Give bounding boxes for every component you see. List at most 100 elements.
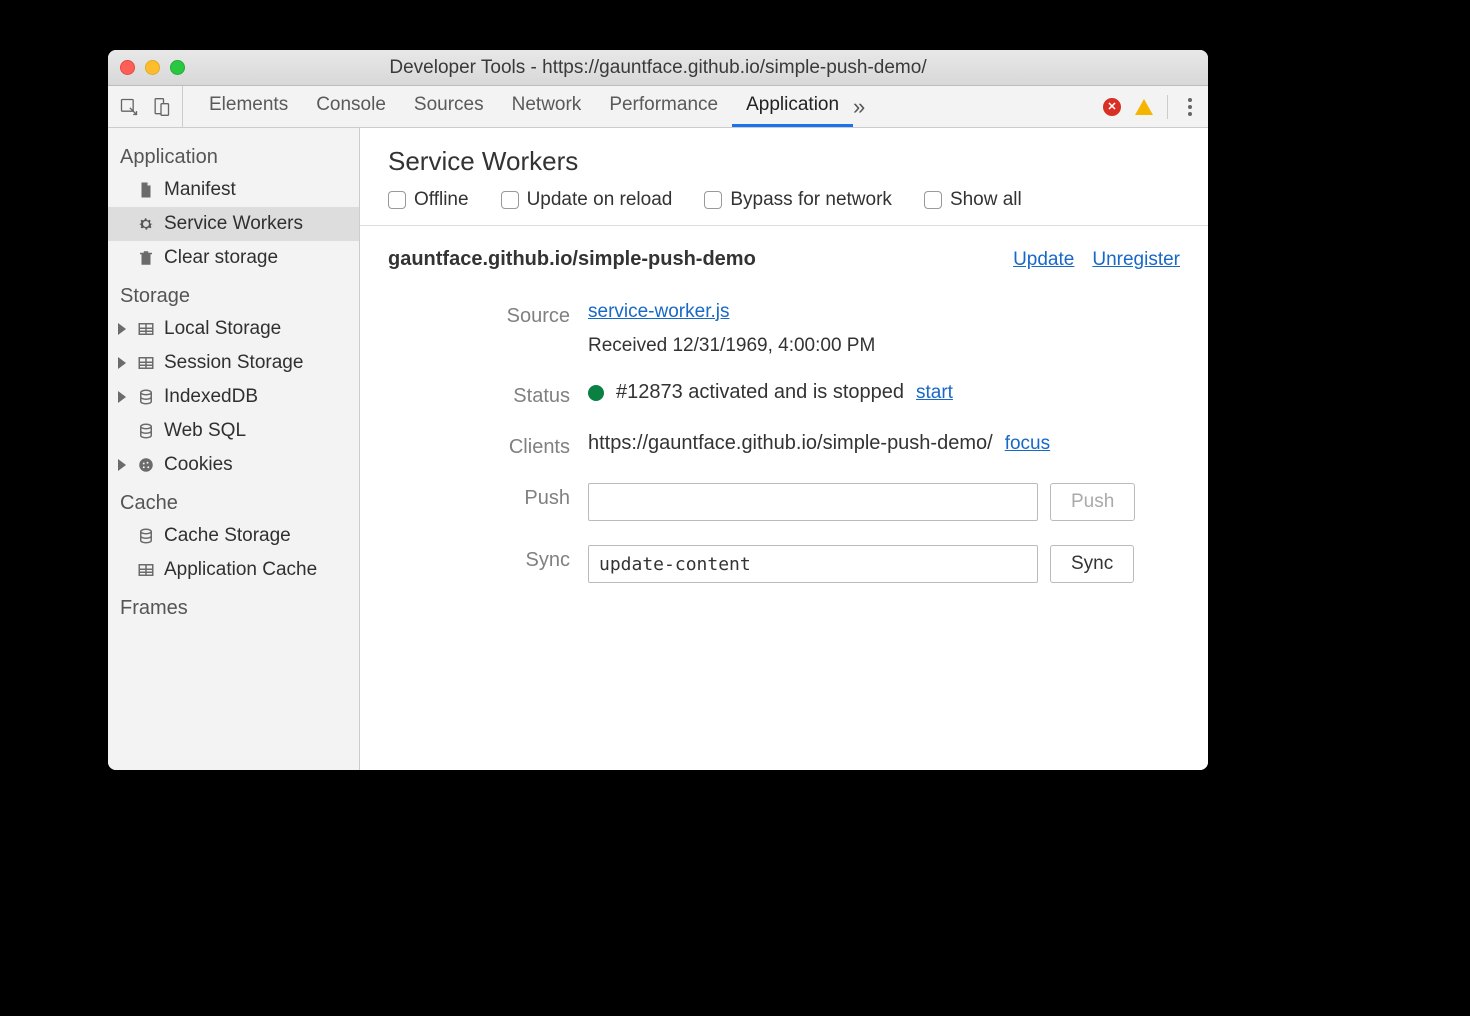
- divider: [1167, 95, 1168, 119]
- tab-application[interactable]: Application: [732, 86, 853, 127]
- sync-row: Sync Sync: [388, 533, 1180, 595]
- inspect-element-icon[interactable]: [118, 96, 140, 118]
- service-workers-toolbar: Offline Update on reload Bypass for netw…: [360, 189, 1208, 226]
- sidebar-item-label: Service Workers: [164, 213, 303, 235]
- update-on-reload-checkbox[interactable]: Update on reload: [501, 189, 673, 211]
- sidebar-section-cache: Cache: [108, 482, 359, 519]
- service-workers-panel: Service Workers Offline Update on reload…: [360, 128, 1208, 770]
- push-button[interactable]: Push: [1050, 483, 1135, 521]
- gear-icon: [136, 214, 156, 234]
- document-icon: [136, 180, 156, 200]
- clients-row: Clients https://gauntface.github.io/simp…: [388, 420, 1180, 471]
- sidebar-item-clear-storage[interactable]: Clear storage: [108, 241, 359, 275]
- sidebar-item-cache-storage[interactable]: Cache Storage: [108, 519, 359, 553]
- tabbar-right-tools: [1093, 95, 1198, 119]
- checkbox-label: Show all: [950, 189, 1022, 211]
- sync-input[interactable]: [588, 545, 1038, 583]
- checkbox-label: Update on reload: [527, 189, 673, 211]
- origin-text: gauntface.github.io/simple-push-demo: [388, 248, 1013, 271]
- checkbox-icon: [501, 191, 519, 209]
- row-label: Source: [388, 301, 588, 328]
- bypass-for-network-checkbox[interactable]: Bypass for network: [704, 189, 892, 211]
- sidebar-item-label: Cache Storage: [164, 525, 291, 547]
- database-icon: [136, 387, 156, 407]
- sidebar-item-label: Session Storage: [164, 352, 303, 374]
- tab-network[interactable]: Network: [498, 86, 596, 127]
- chevron-right-icon: [118, 391, 126, 403]
- sidebar-item-cookies[interactable]: Cookies: [108, 448, 359, 482]
- chevron-right-icon: [118, 459, 126, 471]
- zoom-icon[interactable]: [170, 60, 185, 75]
- device-toggle-icon[interactable]: [150, 96, 172, 118]
- kebab-menu-icon[interactable]: [1182, 98, 1198, 116]
- sidebar-item-label: Clear storage: [164, 247, 278, 269]
- window-titlebar: Developer Tools - https://gauntface.gith…: [108, 50, 1208, 86]
- sidebar-item-label: Local Storage: [164, 318, 281, 340]
- sidebar-item-local-storage[interactable]: Local Storage: [108, 312, 359, 346]
- tabbar-tabs: Elements Console Sources Network Perform…: [195, 86, 1089, 127]
- error-badge-icon[interactable]: [1103, 98, 1121, 116]
- checkbox-icon: [704, 191, 722, 209]
- focus-link[interactable]: focus: [1005, 433, 1050, 455]
- devtools-window: Developer Tools - https://gauntface.gith…: [108, 50, 1208, 770]
- offline-checkbox[interactable]: Offline: [388, 189, 469, 211]
- details-area: Source service-worker.js Received 12/31/…: [360, 277, 1208, 623]
- sidebar-item-web-sql[interactable]: Web SQL: [108, 414, 359, 448]
- sidebar-item-label: Application Cache: [164, 559, 317, 581]
- warning-badge-icon[interactable]: [1135, 99, 1153, 115]
- sidebar-section-application: Application: [108, 136, 359, 173]
- table-icon: [136, 353, 156, 373]
- tab-elements[interactable]: Elements: [195, 86, 302, 127]
- sync-button[interactable]: Sync: [1050, 545, 1134, 583]
- source-file-link[interactable]: service-worker.js: [588, 301, 729, 323]
- sidebar-item-label: IndexedDB: [164, 386, 258, 408]
- sidebar-section-frames: Frames: [108, 587, 359, 624]
- row-label: Push: [388, 483, 588, 510]
- row-label: Sync: [388, 545, 588, 572]
- cookie-icon: [136, 455, 156, 475]
- client-url: https://gauntface.github.io/simple-push-…: [588, 432, 993, 455]
- table-icon: [136, 560, 156, 580]
- tabs-overflow-icon[interactable]: »: [853, 94, 865, 120]
- unregister-link[interactable]: Unregister: [1092, 249, 1180, 271]
- sidebar-item-indexeddb[interactable]: IndexedDB: [108, 380, 359, 414]
- tabbar-left-tools: [118, 86, 183, 127]
- chevron-right-icon: [118, 323, 126, 335]
- origin-actions: Update Unregister: [1013, 249, 1180, 271]
- row-label: Clients: [388, 432, 588, 459]
- sidebar-item-label: Web SQL: [164, 420, 246, 442]
- sidebar-section-storage: Storage: [108, 275, 359, 312]
- origin-row: gauntface.github.io/simple-push-demo Upd…: [360, 226, 1208, 277]
- update-link[interactable]: Update: [1013, 249, 1074, 271]
- application-sidebar: Application Manifest Service Workers Cle…: [108, 128, 360, 770]
- checkbox-label: Offline: [414, 189, 469, 211]
- tab-sources[interactable]: Sources: [400, 86, 498, 127]
- start-link[interactable]: start: [916, 382, 953, 404]
- status-dot-icon: [588, 385, 604, 401]
- push-row: Push Push: [388, 471, 1180, 533]
- database-icon: [136, 526, 156, 546]
- tab-performance[interactable]: Performance: [595, 86, 732, 127]
- row-label: Status: [388, 381, 588, 408]
- checkbox-icon: [388, 191, 406, 209]
- tab-console[interactable]: Console: [302, 86, 400, 127]
- devtools-body: Application Manifest Service Workers Cle…: [108, 128, 1208, 770]
- show-all-checkbox[interactable]: Show all: [924, 189, 1022, 211]
- chevron-right-icon: [118, 357, 126, 369]
- panel-title: Service Workers: [360, 128, 1208, 189]
- database-icon: [136, 421, 156, 441]
- devtools-tabbar: Elements Console Sources Network Perform…: [108, 86, 1208, 128]
- push-input[interactable]: [588, 483, 1038, 521]
- sidebar-item-application-cache[interactable]: Application Cache: [108, 553, 359, 587]
- minimize-icon[interactable]: [145, 60, 160, 75]
- status-text: #12873 activated and is stopped: [616, 381, 904, 404]
- close-icon[interactable]: [120, 60, 135, 75]
- sidebar-item-label: Cookies: [164, 454, 233, 476]
- sidebar-item-service-workers[interactable]: Service Workers: [108, 207, 359, 241]
- table-icon: [136, 319, 156, 339]
- sidebar-item-label: Manifest: [164, 179, 236, 201]
- window-title: Developer Tools - https://gauntface.gith…: [108, 57, 1208, 79]
- sidebar-item-session-storage[interactable]: Session Storage: [108, 346, 359, 380]
- sidebar-item-manifest[interactable]: Manifest: [108, 173, 359, 207]
- traffic-lights: [120, 60, 185, 75]
